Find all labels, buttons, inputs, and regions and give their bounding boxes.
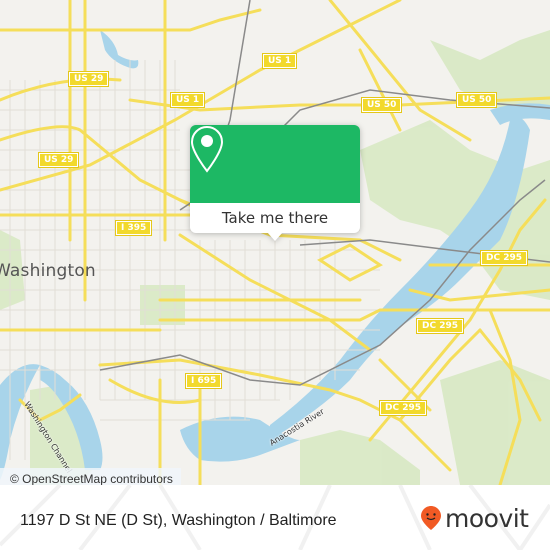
moovit-smiley-pin-icon	[421, 506, 441, 530]
map-attribution[interactable]: © OpenStreetMap contributors	[0, 468, 181, 485]
route-shield-us-29: US 29	[67, 71, 110, 87]
footer-bar: 1197 D St NE (D St), Washington / Baltim…	[0, 485, 550, 550]
city-label: Washington	[0, 261, 96, 281]
route-shield-i-695: I 695	[184, 373, 223, 389]
route-shield-i-395: I 395	[114, 220, 153, 236]
route-shield-us-1: US 1	[261, 53, 298, 69]
location-popup: Take me there	[190, 125, 360, 241]
map-view[interactable]: US 29 US 29 US 1 US 1 US 50 US 50 I 395 …	[0, 0, 550, 485]
route-shield-dc-295: DC 295	[416, 318, 464, 334]
route-shield-us-50: US 50	[455, 92, 498, 108]
stop-address: 1197 D St NE (D St), Washington / Baltim…	[20, 512, 337, 529]
route-shield-us-29: US 29	[37, 152, 80, 168]
take-me-there-button[interactable]: Take me there	[190, 203, 360, 233]
route-shield-dc-295: DC 295	[480, 250, 528, 266]
map-pin-icon	[190, 125, 224, 173]
route-shield-dc-295: DC 295	[379, 400, 427, 416]
moovit-logo[interactable]: moovit	[420, 505, 529, 531]
popup-pointer	[267, 232, 283, 241]
route-shield-us-1: US 1	[169, 92, 206, 108]
moovit-wordmark: moovit	[445, 503, 529, 533]
popup-header	[190, 125, 360, 203]
route-shield-us-50: US 50	[360, 97, 403, 113]
